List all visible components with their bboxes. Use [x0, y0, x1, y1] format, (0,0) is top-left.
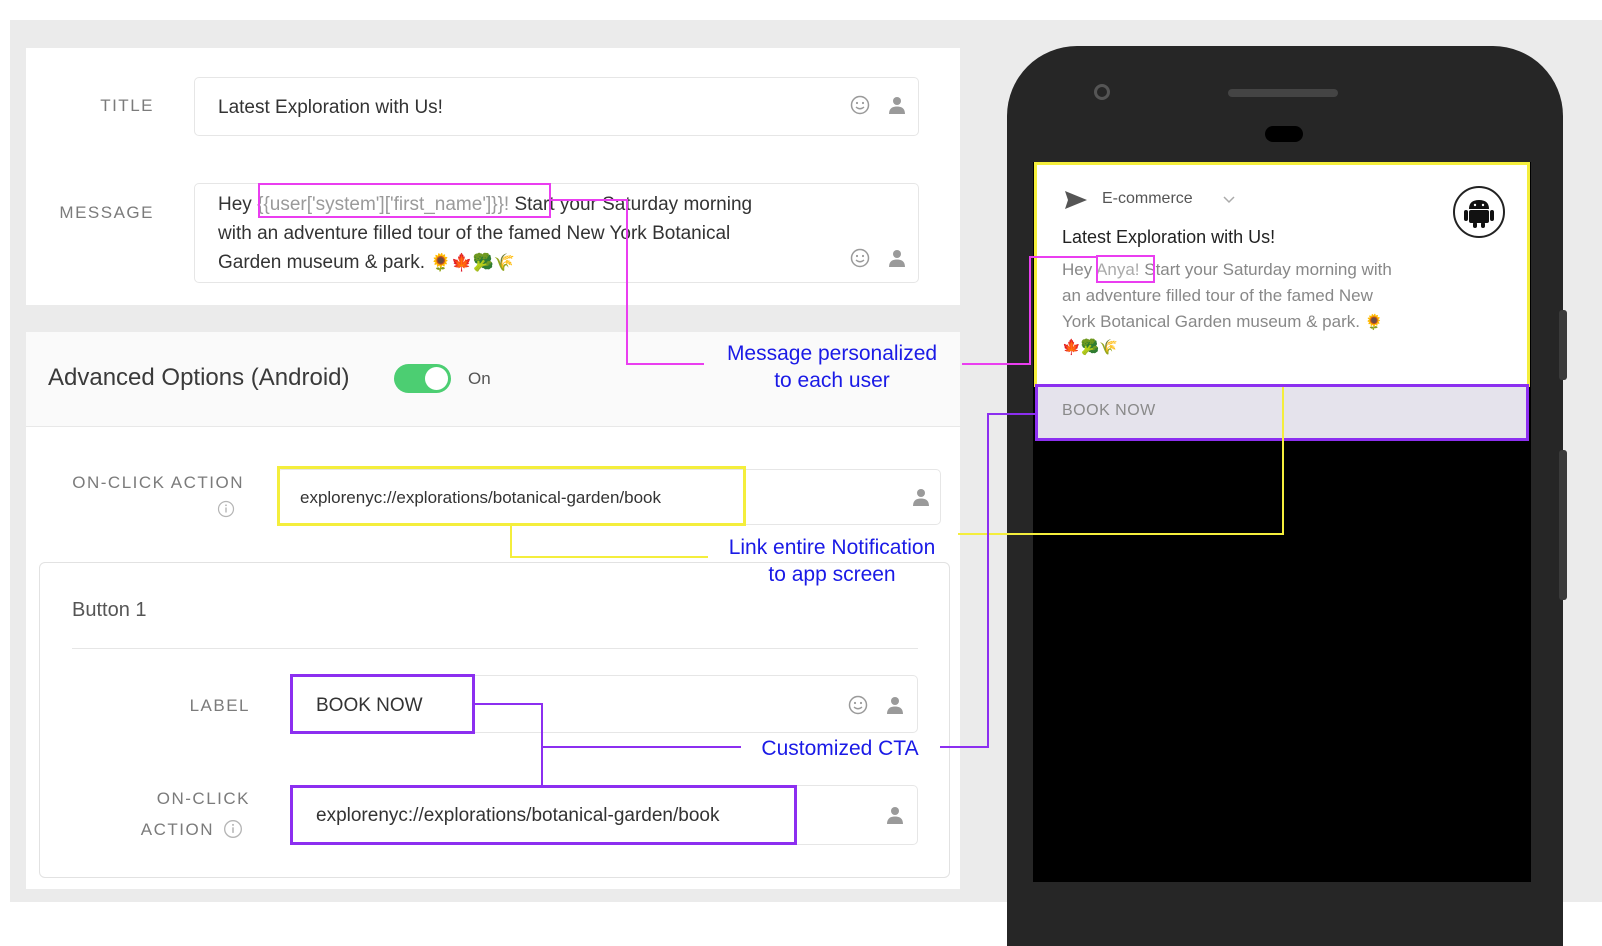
- connector-yellow: [510, 526, 512, 558]
- person-icon[interactable]: [886, 94, 908, 116]
- button1-heading: Button 1: [72, 599, 147, 621]
- toggle-state-label: On: [468, 369, 491, 388]
- connector-magenta: [1029, 256, 1031, 365]
- token-highlight: [258, 183, 551, 218]
- button-onclick-highlight: [290, 785, 797, 845]
- advanced-options-heading: Advanced Options (Android): [48, 364, 350, 391]
- smiley-icon[interactable]: [849, 247, 871, 269]
- label-highlight: [290, 674, 475, 734]
- connector-purple: [475, 703, 543, 705]
- phone-camera: [1094, 84, 1110, 100]
- message-line3-text: Garden museum & park.: [218, 252, 425, 273]
- connector-magenta: [962, 363, 1030, 365]
- phone-speaker: [1228, 89, 1338, 97]
- connector-purple: [541, 746, 741, 748]
- connector-magenta: [1029, 256, 1096, 258]
- connector-purple: [541, 703, 543, 785]
- button1-divider: [72, 648, 918, 649]
- connector-magenta: [626, 199, 628, 365]
- connector-yellow: [958, 533, 1284, 535]
- connector-magenta: [626, 363, 704, 365]
- title-label: TITLE: [100, 96, 154, 115]
- message-hey: Hey: [218, 194, 258, 215]
- smiley-icon[interactable]: [847, 694, 869, 716]
- phone-side-button: [1559, 450, 1567, 600]
- button-onclick-label-line1: ON-CLICK: [156, 789, 250, 808]
- message-label: MESSAGE: [59, 203, 154, 222]
- title-value: Latest Exploration with Us!: [218, 97, 443, 118]
- info-icon[interactable]: [217, 500, 235, 518]
- onclick-action-label: ON-CLICK ACTION: [72, 473, 244, 492]
- connector-yellow: [510, 556, 708, 558]
- annotation-personalized-line1: Message personalized: [726, 342, 938, 365]
- connector-magenta: [551, 199, 627, 201]
- toggle-knob: [425, 367, 448, 390]
- message-line-3: Garden museum & park. 🌻🍁🥦🌾: [218, 252, 515, 274]
- name-highlight: [1096, 255, 1155, 283]
- onclick-highlight: [277, 466, 746, 526]
- annotation-personalized: Message personalized to each user: [712, 340, 952, 394]
- annotation-link-line1: Link entire Notification: [728, 536, 936, 559]
- smiley-icon[interactable]: [849, 94, 871, 116]
- connector-purple: [987, 413, 1035, 415]
- title-field[interactable]: Latest Exploration with Us!: [194, 77, 919, 136]
- info-icon[interactable]: [223, 819, 243, 839]
- connector-purple: [940, 746, 989, 748]
- person-icon[interactable]: [884, 804, 906, 826]
- button-label-label: LABEL: [189, 696, 250, 715]
- annotation-link-line2: to app screen: [768, 563, 896, 586]
- person-icon[interactable]: [884, 694, 906, 716]
- connector-yellow: [1282, 387, 1284, 535]
- phone-sensor: [1265, 126, 1303, 142]
- person-icon[interactable]: [886, 247, 908, 269]
- android-toggle[interactable]: [394, 364, 451, 393]
- connector-purple: [987, 413, 989, 748]
- message-emojis: 🌻🍁🥦🌾: [430, 253, 515, 272]
- annotation-cta: Customized CTA: [761, 737, 919, 760]
- annotation-link: Link entire Notification to app screen: [712, 534, 952, 588]
- button-onclick-label-line2: ACTION: [140, 820, 214, 839]
- person-icon[interactable]: [910, 486, 932, 508]
- message-line-2: with an adventure filled tour of the fam…: [218, 223, 731, 244]
- annotation-personalized-line2: to each user: [774, 369, 890, 392]
- phone-side-button: [1559, 310, 1567, 380]
